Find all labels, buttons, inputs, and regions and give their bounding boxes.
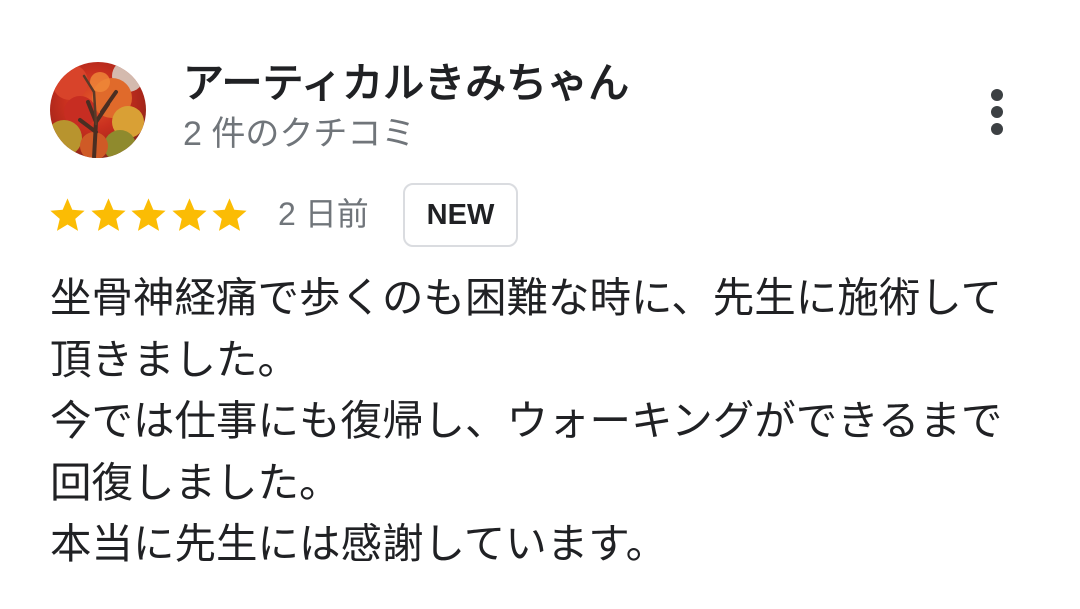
star-icon — [90, 197, 126, 231]
star-icon — [50, 197, 85, 231]
review-text-line: 頂きました。 — [50, 335, 300, 383]
review-text-line: 本当に先生には感謝しています。 — [50, 520, 668, 567]
review-text-line: 回復しました。 — [50, 458, 341, 506]
more-options-button[interactable] — [972, 84, 1022, 140]
review-card: アーティカルきみちゃん 2 件のクチコミ 2 日前 NEW 坐骨神経痛で歩くのも… — [0, 0, 1080, 609]
new-badge: NEW — [403, 183, 518, 247]
review-text-line: 坐骨神経痛で歩くのも困難な時に、先生に施術して — [50, 274, 1003, 321]
author-avatar[interactable] — [50, 62, 146, 158]
star-icon — [212, 197, 247, 231]
review-text-line: 今では仕事にも復帰し、ウォーキングができるまで — [50, 397, 1003, 444]
star-rating — [47, 194, 250, 236]
review-text: 坐骨神経痛で歩くのも困難な時に、先生に施術して 頂きました。 今では仕事にも復帰… — [50, 267, 1050, 575]
review-date: 2 日前 — [278, 196, 369, 232]
more-vert-icon — [991, 89, 1003, 135]
author-review-count: 2 件のクチコミ — [183, 115, 416, 153]
star-icon — [171, 197, 207, 231]
star-icon — [131, 197, 166, 231]
avatar-photo-icon — [50, 62, 146, 158]
author-name[interactable]: アーティカルきみちゃん — [183, 60, 629, 106]
